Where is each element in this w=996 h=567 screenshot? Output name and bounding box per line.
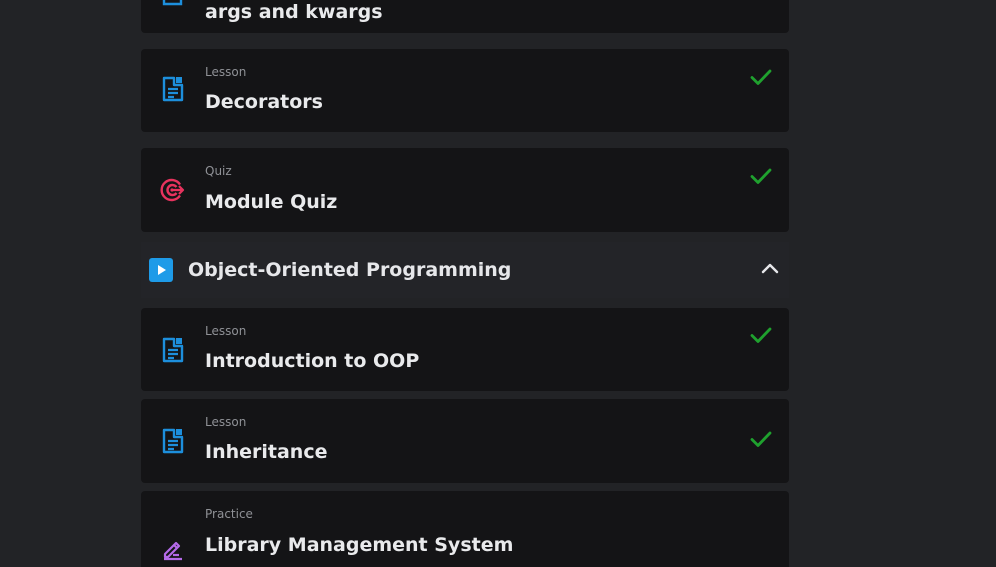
lesson-doc-icon [162, 0, 183, 6]
check-icon [750, 431, 772, 447]
item-title: Inheritance [205, 441, 328, 463]
lesson-doc-icon [162, 428, 184, 454]
item-title: Module Quiz [205, 191, 338, 213]
check-icon [750, 327, 772, 343]
lesson-doc-icon [162, 76, 184, 102]
list-item[interactable]: Practice Library Management System [141, 491, 789, 567]
item-type-label: Quiz [205, 164, 232, 178]
item-title: Decorators [205, 91, 323, 113]
item-title: Library Management System [205, 534, 514, 556]
list-item[interactable]: Lesson Decorators [141, 49, 789, 132]
quiz-target-icon [160, 178, 185, 202]
item-type-label: Lesson [205, 324, 247, 338]
check-icon [750, 168, 772, 184]
item-type-label: Lesson [205, 415, 247, 429]
list-item[interactable]: Lesson Inheritance [141, 399, 789, 483]
item-title: Introduction to OOP [205, 350, 420, 372]
list-item[interactable]: args and kwargs [141, 0, 789, 33]
check-icon [750, 69, 772, 85]
chevron-up-icon[interactable] [759, 258, 781, 280]
item-type-label: Lesson [205, 65, 247, 79]
list-item[interactable]: Lesson Introduction to OOP [141, 308, 789, 391]
item-type-label: Practice [205, 507, 253, 521]
lesson-doc-icon [162, 337, 184, 363]
section-header[interactable]: Object-Oriented Programming [141, 242, 789, 298]
play-icon [149, 258, 173, 282]
item-title: args and kwargs [205, 1, 383, 23]
practice-pencil-icon [163, 541, 182, 561]
list-item[interactable]: Quiz Module Quiz [141, 148, 789, 232]
section-title: Object-Oriented Programming [188, 259, 512, 281]
